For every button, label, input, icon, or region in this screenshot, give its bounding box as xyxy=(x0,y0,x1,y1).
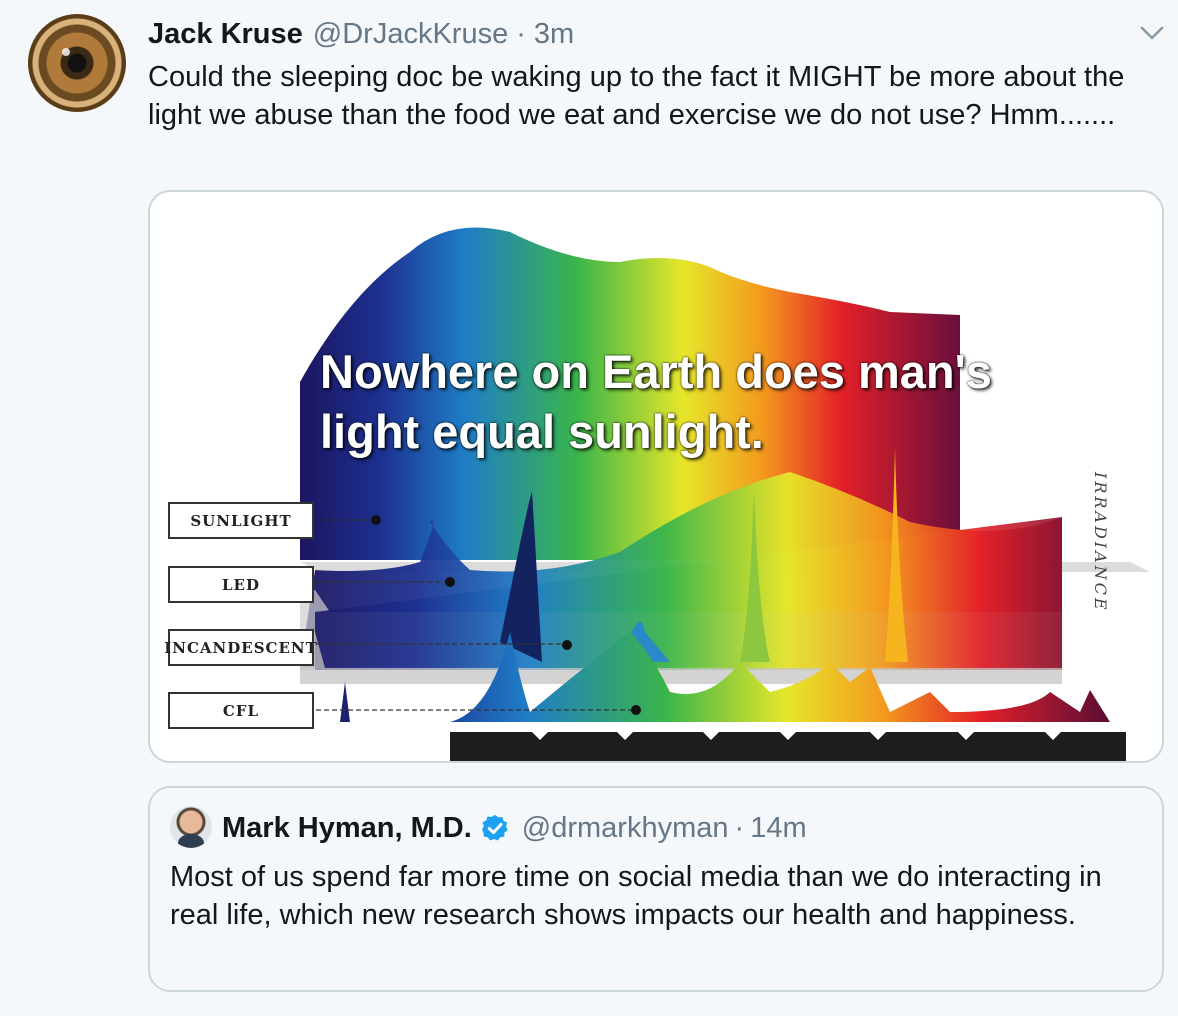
tweet-header: Jack Kruse @DrJackKruse · 3m xyxy=(148,14,574,54)
quoted-author-name[interactable]: Mark Hyman, M.D. xyxy=(222,812,472,845)
label-incandescent: INCANDESCENT xyxy=(164,629,317,666)
light-spectrum-illustration xyxy=(300,227,1150,761)
tweet-timestamp[interactable]: 3m xyxy=(534,18,574,51)
quoted-tweet-timestamp[interactable]: 14m xyxy=(750,812,806,845)
label-cfl: CFL xyxy=(168,692,314,729)
label-sunlight: SUNLIGHT xyxy=(168,502,314,539)
irradiance-axis-label: IRRADIANCE xyxy=(1091,472,1110,613)
quoted-separator-dot: · xyxy=(734,811,745,844)
quoted-tweet-card[interactable]: Mark Hyman, M.D. @drmarkhyman · 14m Most… xyxy=(148,786,1164,992)
author-name[interactable]: Jack Kruse xyxy=(148,18,303,51)
author-handle[interactable]: @DrJackKruse xyxy=(313,18,508,51)
label-led: LED xyxy=(168,566,314,603)
quoted-author-handle[interactable]: @drmarkhyman xyxy=(522,812,729,845)
quoted-tweet-text: Most of us spend far more time on social… xyxy=(170,861,1102,931)
media-overlay-text: Nowhere on Earth does man's light equal … xyxy=(320,345,992,458)
verified-badge-icon xyxy=(481,814,508,841)
tweet-text: Could the sleeping doc be waking up to t… xyxy=(148,61,1125,131)
separator-dot: · xyxy=(516,17,526,50)
chevron-down-icon[interactable] xyxy=(1138,22,1166,44)
quoted-author-avatar[interactable] xyxy=(170,806,212,848)
quoted-tweet-header: Mark Hyman, M.D. @drmarkhyman · 14m xyxy=(222,808,807,848)
author-avatar[interactable] xyxy=(28,14,126,112)
tweet-media-image[interactable]: Nowhere on Earth does man's light equal … xyxy=(148,190,1164,763)
